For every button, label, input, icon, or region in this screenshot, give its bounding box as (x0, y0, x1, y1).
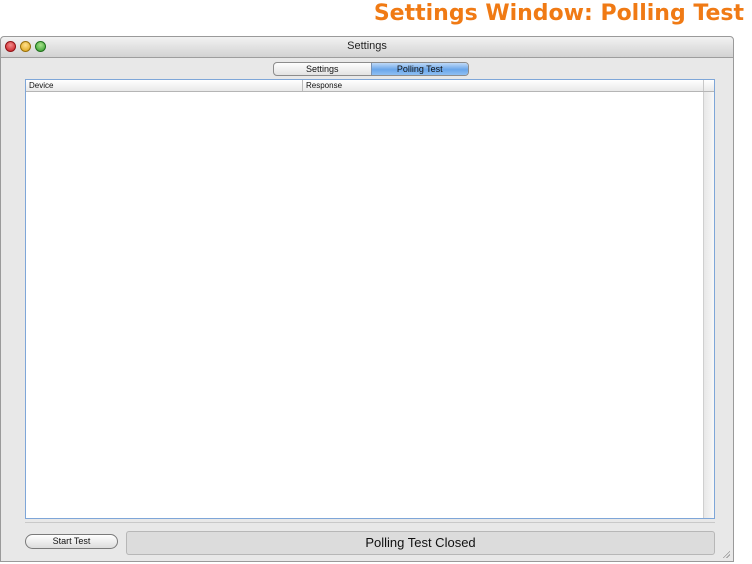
settings-window: Settings Settings Polling Test Device Re… (0, 36, 734, 562)
table-vertical-scrollbar[interactable] (703, 92, 714, 518)
resize-grip-icon[interactable] (722, 550, 730, 558)
title-bar[interactable]: Settings (1, 37, 733, 58)
tab-settings[interactable]: Settings (274, 63, 371, 75)
divider (25, 522, 715, 523)
tab-segmented-control: Settings Polling Test (273, 62, 469, 76)
document-title: Settings Window: Polling Test (373, 1, 744, 26)
table-header-corner (703, 80, 714, 91)
table-header: Device Response (26, 80, 714, 92)
column-header-response[interactable]: Response (303, 80, 703, 91)
polling-results-table: Device Response (25, 79, 715, 519)
status-display: Polling Test Closed (126, 531, 715, 555)
start-test-button[interactable]: Start Test (25, 534, 118, 549)
column-header-device[interactable]: Device (26, 80, 303, 91)
window-title: Settings (347, 40, 387, 52)
tab-polling-test[interactable]: Polling Test (370, 63, 468, 75)
